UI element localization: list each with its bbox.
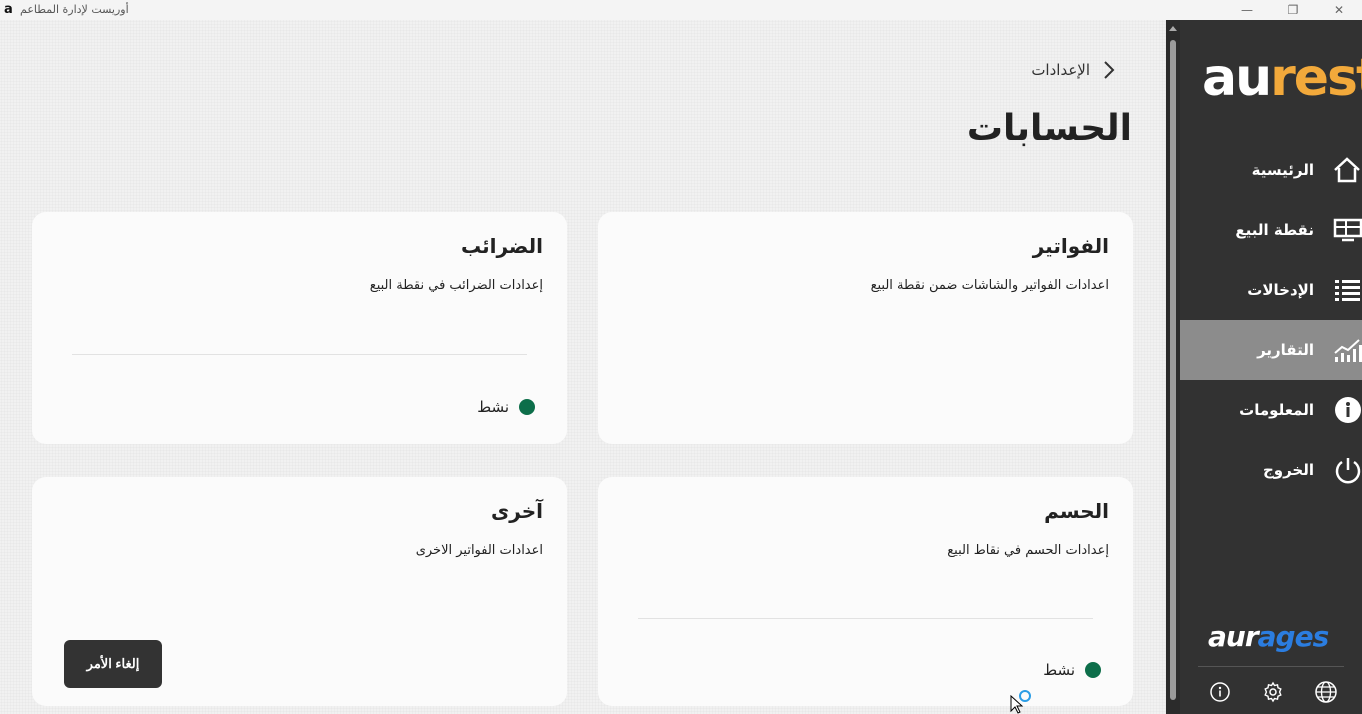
sidebar-item-home[interactable]: الرئيسية: [1180, 140, 1362, 200]
card-divider: [638, 618, 1093, 619]
breadcrumb-label[interactable]: الإعدادات: [1031, 61, 1090, 79]
chevron-right-icon[interactable]: [1102, 60, 1116, 80]
scroll-up-arrow-icon[interactable]: [1169, 26, 1177, 31]
minimize-button[interactable]: —: [1224, 0, 1270, 20]
app-logo: a: [4, 2, 13, 17]
window-controls: — ❐ ✕: [1224, 0, 1362, 20]
scroll-thumb[interactable]: [1170, 40, 1176, 700]
card-title: الفواتير: [1032, 234, 1109, 258]
chart-icon: [1334, 339, 1362, 362]
main-content: الإعدادات الحسابات الفواتير اعدادات الفو…: [0, 20, 1166, 714]
status-label: نشط: [1043, 661, 1075, 679]
brand-logo-part2: rest: [1270, 48, 1362, 108]
sidebar-footer-icons: [1208, 680, 1338, 704]
sidebar-item-label: الإدخالات: [1247, 281, 1314, 299]
globe-icon[interactable]: [1314, 680, 1338, 704]
sidebar-nav: الرئيسية نقطة البيع الإدخالات التقارير ا…: [1180, 140, 1362, 500]
card-divider: [72, 354, 527, 355]
scrollbar[interactable]: [1166, 20, 1180, 714]
close-button[interactable]: ✕: [1316, 0, 1362, 20]
card-title: الحسم: [1044, 499, 1109, 523]
card-description: اعدادات الفواتير والشاشات ضمن نقطة البيع: [870, 278, 1109, 293]
info-icon: [1335, 397, 1361, 423]
status-label: نشط: [477, 398, 509, 416]
page-title: الحسابات: [966, 108, 1132, 149]
gear-icon[interactable]: [1261, 680, 1285, 704]
maximize-button[interactable]: ❐: [1270, 0, 1316, 20]
card-description: إعدادات الحسم في نقاط البيع: [947, 543, 1109, 558]
cancel-button[interactable]: إلغاء الأمر: [64, 640, 162, 688]
info-icon[interactable]: [1208, 680, 1232, 704]
aurages-logo-part2: ages: [1257, 620, 1330, 653]
sidebar-item-pos[interactable]: نقطة البيع: [1180, 200, 1362, 260]
sidebar: aurest الرئيسية نقطة البيع الإدخالات: [1180, 20, 1362, 714]
breadcrumb[interactable]: الإعدادات: [1031, 60, 1116, 80]
sidebar-item-label: الخروج: [1262, 461, 1314, 479]
window-title: أوريست لإدارة المطاعم: [20, 3, 129, 16]
card-description: اعدادات الفواتير الاخرى: [415, 543, 543, 558]
aurages-logo-part1: aur: [1208, 620, 1259, 653]
sidebar-item-label: الرئيسية: [1251, 161, 1314, 179]
card-description: إعدادات الضرائب في نقطة البيع: [369, 278, 543, 293]
status-indicator: نشط: [1043, 661, 1101, 679]
card-invoices[interactable]: الفواتير اعدادات الفواتير والشاشات ضمن ن…: [598, 212, 1133, 444]
sidebar-item-info[interactable]: المعلومات: [1180, 380, 1362, 440]
card-discount[interactable]: الحسم إعدادات الحسم في نقاط البيع نشط: [598, 477, 1133, 706]
brand-logo-part1: au: [1202, 48, 1272, 108]
sidebar-item-label: نقطة البيع: [1235, 221, 1314, 239]
card-title: آخرى: [490, 499, 543, 523]
home-icon: [1334, 157, 1360, 183]
sidebar-item-label: المعلومات: [1239, 401, 1314, 419]
sidebar-item-reports[interactable]: التقارير: [1180, 320, 1362, 380]
status-dot-icon: [1085, 662, 1101, 678]
card-taxes[interactable]: الضرائب إعدادات الضرائب في نقطة البيع نش…: [32, 212, 567, 444]
brand-logo: aurest: [1202, 50, 1362, 106]
card-title: الضرائب: [460, 234, 543, 258]
list-icon: [1335, 280, 1360, 301]
title-bar: a أوريست لإدارة المطاعم — ❐ ✕: [0, 0, 1362, 20]
status-dot-icon: [519, 399, 535, 415]
card-other[interactable]: آخرى اعدادات الفواتير الاخرى إلغاء الأمر: [32, 477, 567, 706]
status-indicator: نشط: [477, 398, 535, 416]
pos-terminal-icon: [1333, 218, 1362, 242]
sidebar-item-label: التقارير: [1257, 341, 1314, 359]
busy-indicator-icon: [1019, 690, 1031, 702]
aurages-logo: aurages: [1208, 620, 1330, 653]
power-icon: [1335, 458, 1361, 484]
sidebar-divider: [1198, 666, 1344, 667]
sidebar-item-logout[interactable]: الخروج: [1180, 440, 1362, 500]
sidebar-item-entries[interactable]: الإدخالات: [1180, 260, 1362, 320]
